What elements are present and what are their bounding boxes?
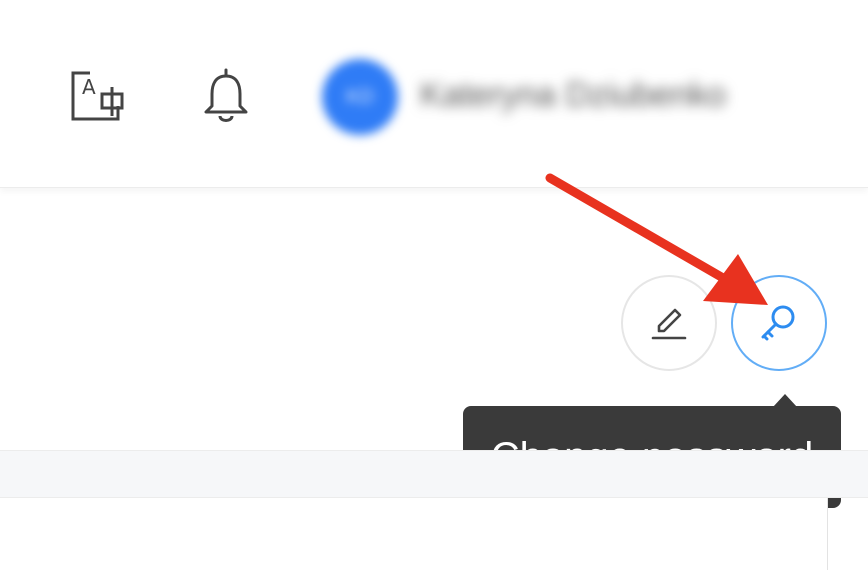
table-header (0, 450, 868, 498)
notifications-button[interactable] (192, 60, 260, 132)
translate-button[interactable]: A (62, 62, 134, 130)
bell-icon (204, 68, 248, 122)
edit-button[interactable] (621, 275, 717, 371)
user-menu[interactable]: KD Kateryna Dziubenko (318, 56, 808, 136)
translate-icon: A (71, 71, 124, 121)
key-icon (761, 305, 795, 341)
user-name: Kateryna Dziubenko (420, 76, 727, 114)
change-password-button[interactable] (731, 275, 827, 371)
top-header-bar: A KD Kateryna Dziubenko (0, 0, 868, 188)
table-body (0, 498, 828, 570)
pencil-icon (651, 308, 687, 340)
avatar: KD (322, 59, 398, 135)
svg-text:A: A (82, 75, 96, 99)
